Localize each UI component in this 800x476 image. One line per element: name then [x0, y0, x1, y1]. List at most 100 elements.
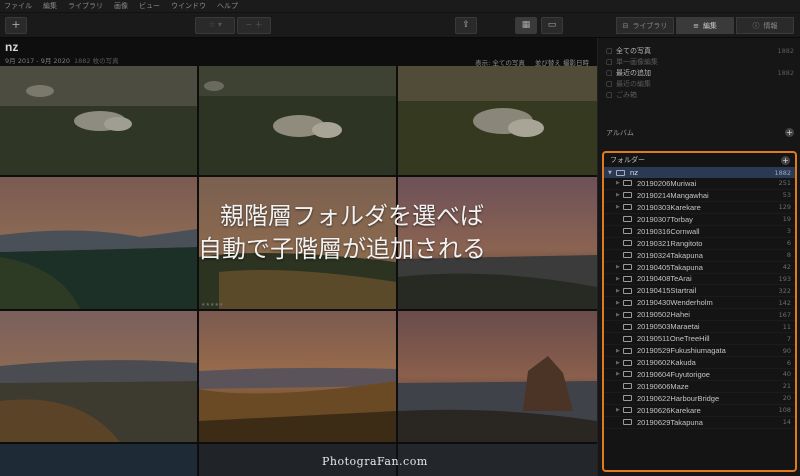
folder-item[interactable]: 20190629Takapuna 14 [604, 417, 795, 429]
thumbnail[interactable] [0, 177, 197, 309]
folder-icon [623, 252, 632, 259]
chevron-right-icon[interactable]: ▶ [616, 192, 623, 198]
thumbnail[interactable] [398, 66, 597, 175]
folder-icon [623, 347, 632, 354]
rating-stars[interactable]: ★★★★★ [201, 302, 223, 308]
rating-stepper[interactable]: ☆ ▾ [195, 17, 235, 34]
annotation-caption: 親階層フォルダを選べば 自動で子階層が追加される [198, 202, 486, 263]
folder-item[interactable]: 20190606Maze 21 [604, 381, 795, 393]
menu-item[interactable]: 画像 [114, 1, 128, 11]
chevron-right-icon[interactable]: ▶ [616, 204, 623, 210]
folder-icon [623, 180, 632, 187]
folder-item[interactable]: ▶ 20190214Mangawhai 53 [604, 190, 795, 202]
menu-item[interactable]: ライブラリ [68, 1, 103, 11]
folder-icon [623, 299, 632, 306]
folder-item[interactable]: ▶ 20190529Fukushiumagata 90 [604, 345, 795, 358]
chevron-right-icon[interactable]: ▶ [616, 407, 623, 413]
library-icon: ⊟ [622, 21, 629, 30]
chevron-right-icon[interactable]: ▶ [616, 360, 623, 366]
chevron-right-icon[interactable]: ▶ [616, 348, 623, 354]
zoom-stepper[interactable]: − ＋ [237, 17, 271, 34]
folder-icon [623, 419, 632, 426]
clock-icon: ▢ [606, 68, 613, 77]
folder-item[interactable]: ▶ 20190303Karekare 129 [604, 202, 795, 214]
thumbnail[interactable] [0, 444, 197, 476]
thumbnail[interactable] [0, 66, 197, 175]
add-album-icon[interactable]: + [785, 128, 794, 137]
folder-item[interactable]: ▶ 20190430Wenderholm 142 [604, 297, 795, 310]
chevron-right-icon[interactable]: ▶ [616, 300, 623, 306]
folder-item[interactable]: 20190316Cornwall 3 [604, 226, 795, 238]
folder-icon [623, 216, 632, 223]
folder-icon [623, 311, 632, 318]
menu-item[interactable]: ファイル [4, 1, 32, 11]
folder-item[interactable]: ▶ 20190415Startrail 322 [604, 285, 795, 298]
chevron-right-icon[interactable]: ▶ [616, 288, 623, 294]
folder-title: nz [5, 40, 19, 54]
folder-item[interactable]: 20190511OneTreeHill 7 [604, 333, 795, 346]
folder-item[interactable]: ▶ 20190405Takapuna 42 [604, 262, 795, 274]
folder-item[interactable]: 20190324Takapuna 8 [604, 250, 795, 262]
folder-icon [623, 323, 632, 330]
folder-header: フォルダー [610, 156, 645, 164]
folder-item[interactable]: 20190307Torbay 19 [604, 214, 795, 226]
library-item[interactable]: ▢ 最近の編集 [606, 78, 794, 89]
trash-icon: ▢ [606, 90, 613, 99]
grid-view-icon[interactable]: ▦ [515, 17, 537, 34]
folder-item[interactable]: 20190321Rangitoto 6 [604, 238, 795, 250]
folder-icon [623, 407, 632, 414]
single-edit-icon: ▢ [606, 57, 613, 66]
folder-icon [623, 383, 632, 390]
folder-panel: フォルダー + ▼ nz 1882 ▶ 20190206Muriwai 251 ▶ 20… [602, 151, 797, 472]
folder-icon [623, 359, 632, 366]
album-section[interactable]: アルバム + [606, 128, 794, 138]
folder-item[interactable]: ▶ 20190604Fuyutorigoe 40 [604, 369, 795, 381]
chevron-down-icon[interactable]: ▼ [608, 170, 612, 176]
thumbnail[interactable] [199, 311, 396, 442]
menu-item[interactable]: 編集 [43, 1, 57, 11]
single-view-icon[interactable]: ▭ [541, 17, 563, 34]
folder-icon [623, 275, 632, 282]
folder-icon [623, 204, 632, 211]
chevron-right-icon[interactable]: ▶ [616, 180, 623, 186]
folder-icon [623, 335, 632, 342]
add-button[interactable]: + [5, 17, 27, 34]
folder-icon [623, 287, 632, 294]
toolbar: + ☆ ▾ − ＋ ⇪ ▦ ▭ ⊟ ライブラリ ≡ 編集 ⓘ 情報 [0, 13, 800, 38]
menu-bar: ファイル 編集 ライブラリ 画像 ビュー ウインドウ ヘルプ [0, 0, 800, 13]
right-sidebar: ▢ 全ての写真 1882 ▢ 単一画像編集 ▢ 最近の追加 1882 ▢ 最近の編集 ▢ ごみ箱 アル… [597, 38, 800, 476]
folder-item[interactable]: ▶ 20190206Muriwai 251 [604, 178, 795, 190]
tab-library[interactable]: ⊟ ライブラリ [616, 17, 674, 34]
folder-root[interactable]: ▼ nz 1882 [604, 167, 795, 178]
menu-item[interactable]: ビュー [139, 1, 160, 11]
share-icon[interactable]: ⇪ [455, 17, 477, 34]
folder-item[interactable]: ▶ 20190408TeArai 193 [604, 274, 795, 286]
library-item[interactable]: ▢ 全ての写真 1882 [606, 45, 794, 56]
album-label: アルバム [606, 129, 634, 137]
tab-edit[interactable]: ≡ 編集 [676, 17, 734, 34]
add-folder-icon[interactable]: + [781, 155, 790, 165]
folder-icon [623, 395, 632, 402]
menu-item[interactable]: ヘルプ [217, 1, 238, 11]
thumbnail[interactable] [398, 311, 597, 442]
library-item[interactable]: ▢ ごみ箱 [606, 89, 794, 100]
folder-item[interactable]: ▶ 20190626Karekare 108 [604, 405, 795, 417]
folder-item[interactable]: 20190503Maraetai 11 [604, 321, 795, 334]
thumbnail[interactable] [0, 311, 197, 442]
chevron-right-icon[interactable]: ▶ [616, 276, 623, 282]
library-item[interactable]: ▢ 最近の追加 1882 [606, 67, 794, 78]
watermark: PhotograFan.com [322, 455, 428, 468]
chevron-right-icon[interactable]: ▶ [616, 264, 623, 270]
folder-icon [623, 192, 632, 199]
library-item[interactable]: ▢ 単一画像編集 [606, 56, 794, 67]
folder-item[interactable]: 20190622HarbourBridge 20 [604, 393, 795, 405]
folder-item[interactable]: ▶ 20190502Hahei 167 [604, 309, 795, 322]
tab-info[interactable]: ⓘ 情報 [736, 17, 794, 34]
folder-icon [623, 371, 632, 378]
chevron-right-icon[interactable]: ▶ [616, 312, 623, 318]
chevron-right-icon[interactable]: ▶ [616, 371, 623, 377]
photos-icon: ▢ [606, 46, 613, 55]
thumbnail[interactable] [199, 66, 396, 175]
menu-item[interactable]: ウインドウ [171, 1, 206, 11]
folder-item[interactable]: ▶ 20190602Kakuda 6 [604, 357, 795, 369]
